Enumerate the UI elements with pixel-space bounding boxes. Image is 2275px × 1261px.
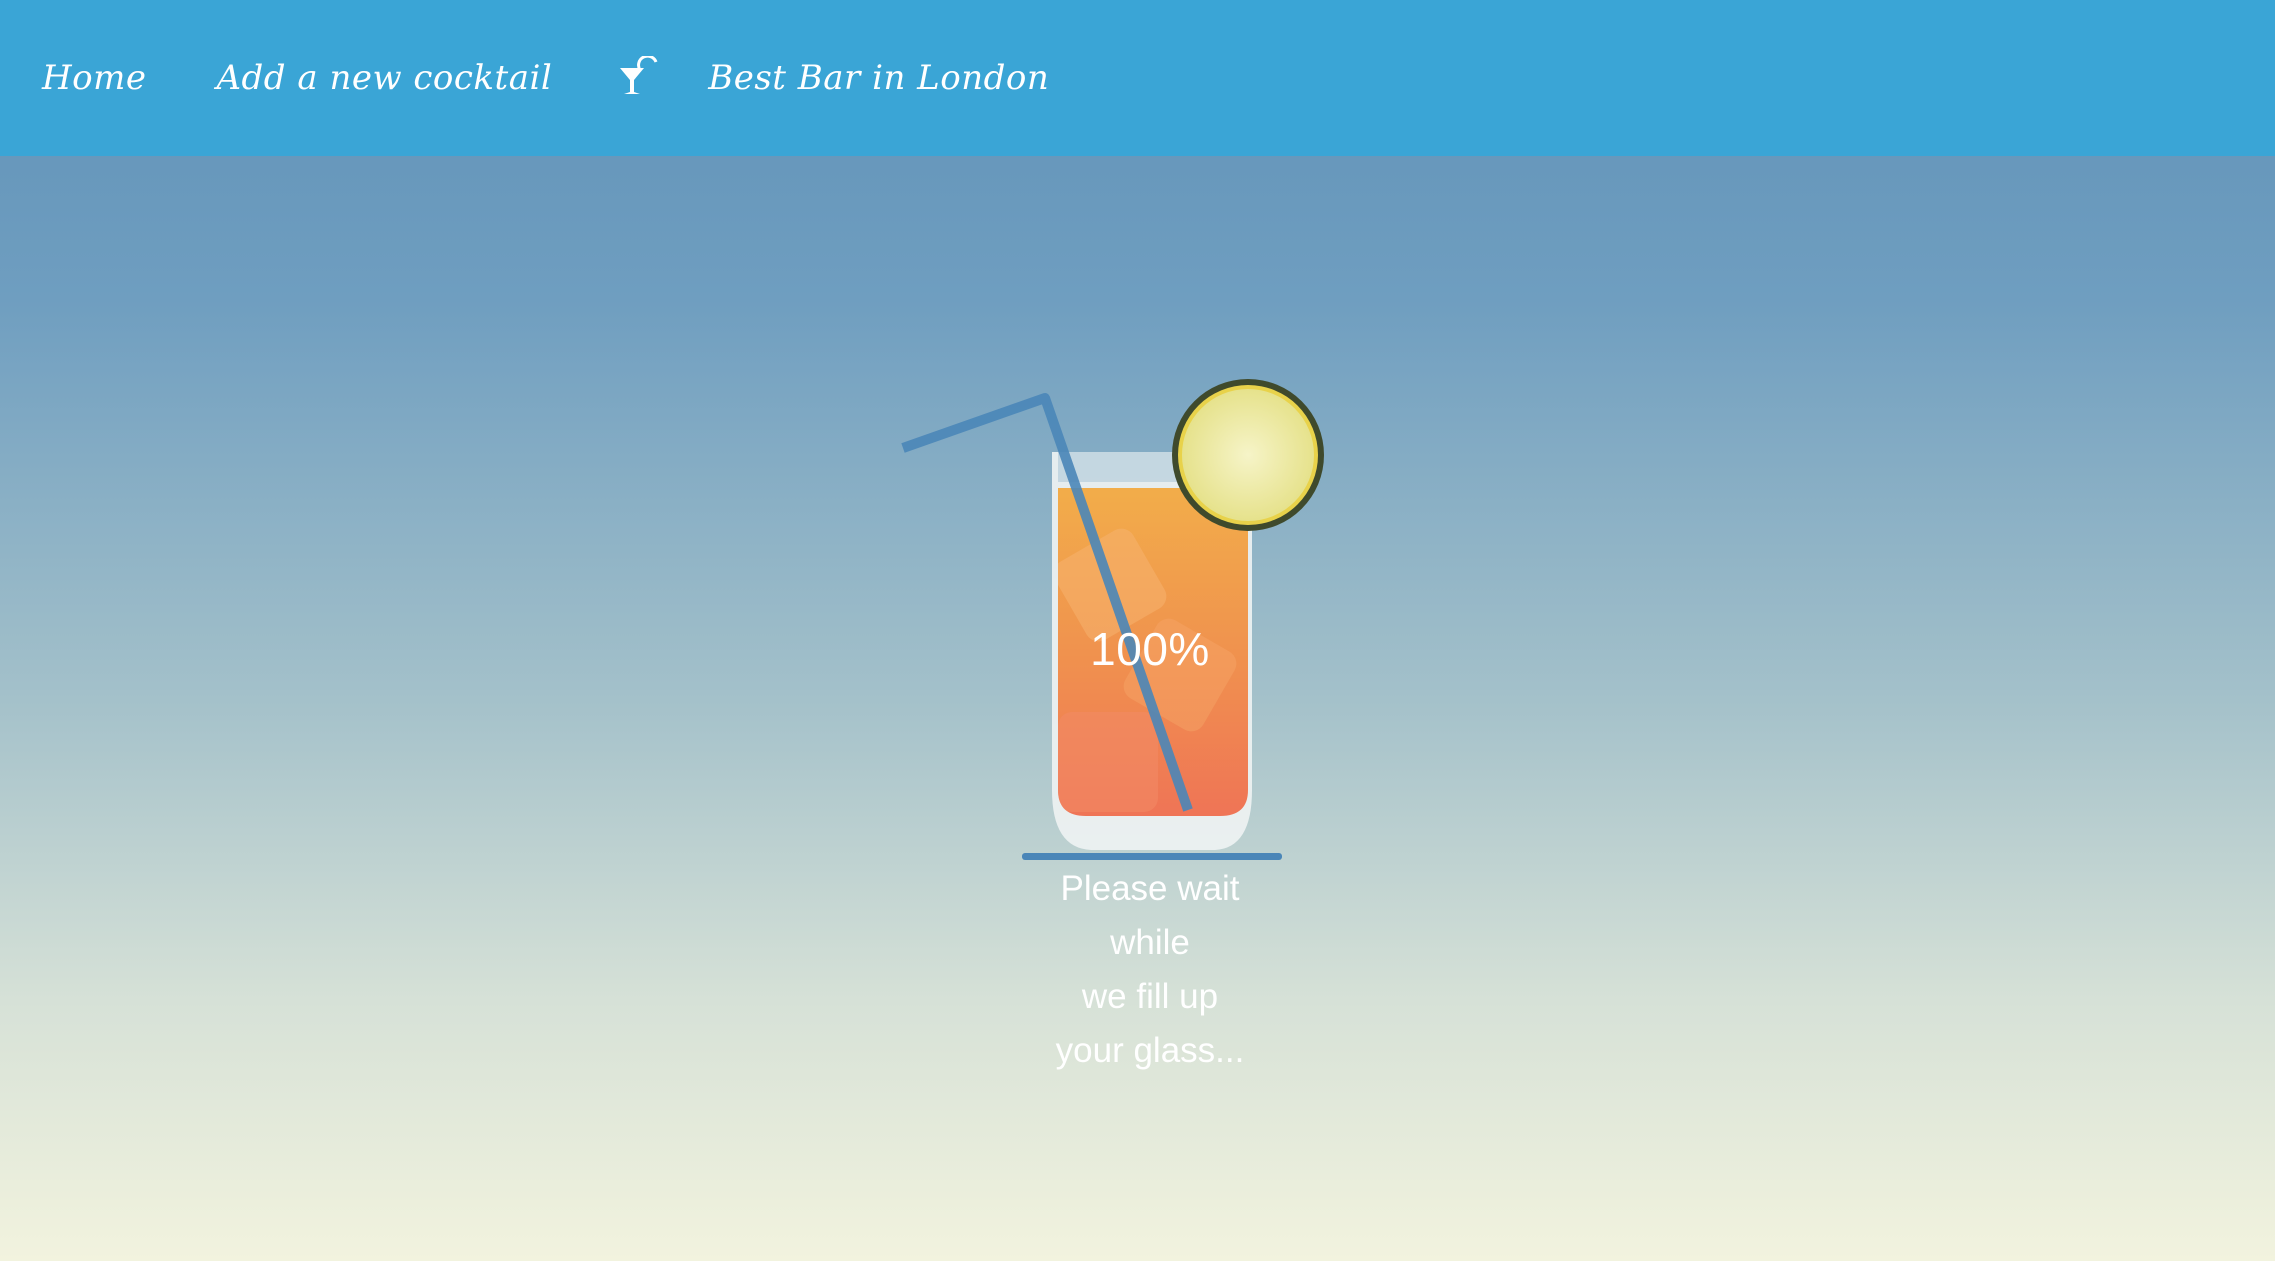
brand-link[interactable]: Best Bar in London xyxy=(618,54,1050,100)
loading-line: Please wait xyxy=(1060,869,1240,908)
loading-message: Please wait while we fill up your glass.… xyxy=(1000,862,1300,1078)
nav-home-link[interactable]: Home xyxy=(42,58,146,98)
loading-line: your glass... xyxy=(1055,1031,1245,1070)
loading-line: while xyxy=(1110,923,1190,962)
progress-percent: 100% xyxy=(1090,623,1210,675)
loading-line: we fill up xyxy=(1081,977,1219,1016)
cocktail-loader xyxy=(895,370,1335,870)
top-navbar: Home Add a new cocktail Best Bar in Lond… xyxy=(0,0,2275,156)
lemon-slice xyxy=(1172,379,1324,531)
brand-name: Best Bar in London xyxy=(708,58,1050,98)
coaster xyxy=(1022,853,1282,860)
nav-add-cocktail-link[interactable]: Add a new cocktail xyxy=(216,58,552,98)
cocktail-glass-icon xyxy=(618,54,662,100)
